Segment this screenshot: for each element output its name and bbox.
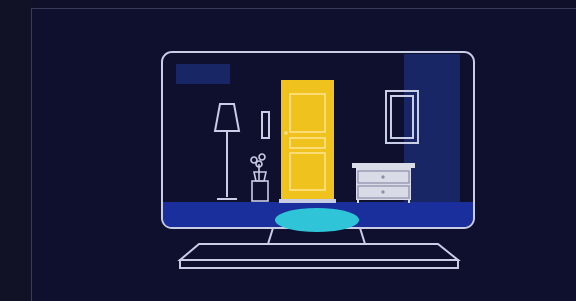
wall-shadow-left	[176, 64, 230, 84]
rug-icon	[275, 208, 359, 232]
dresser-icon	[352, 163, 415, 203]
door-icon	[279, 80, 336, 203]
tv-stand	[177, 227, 461, 269]
illustration-canvas	[0, 0, 576, 301]
tv-screen-room-icon	[161, 51, 475, 269]
